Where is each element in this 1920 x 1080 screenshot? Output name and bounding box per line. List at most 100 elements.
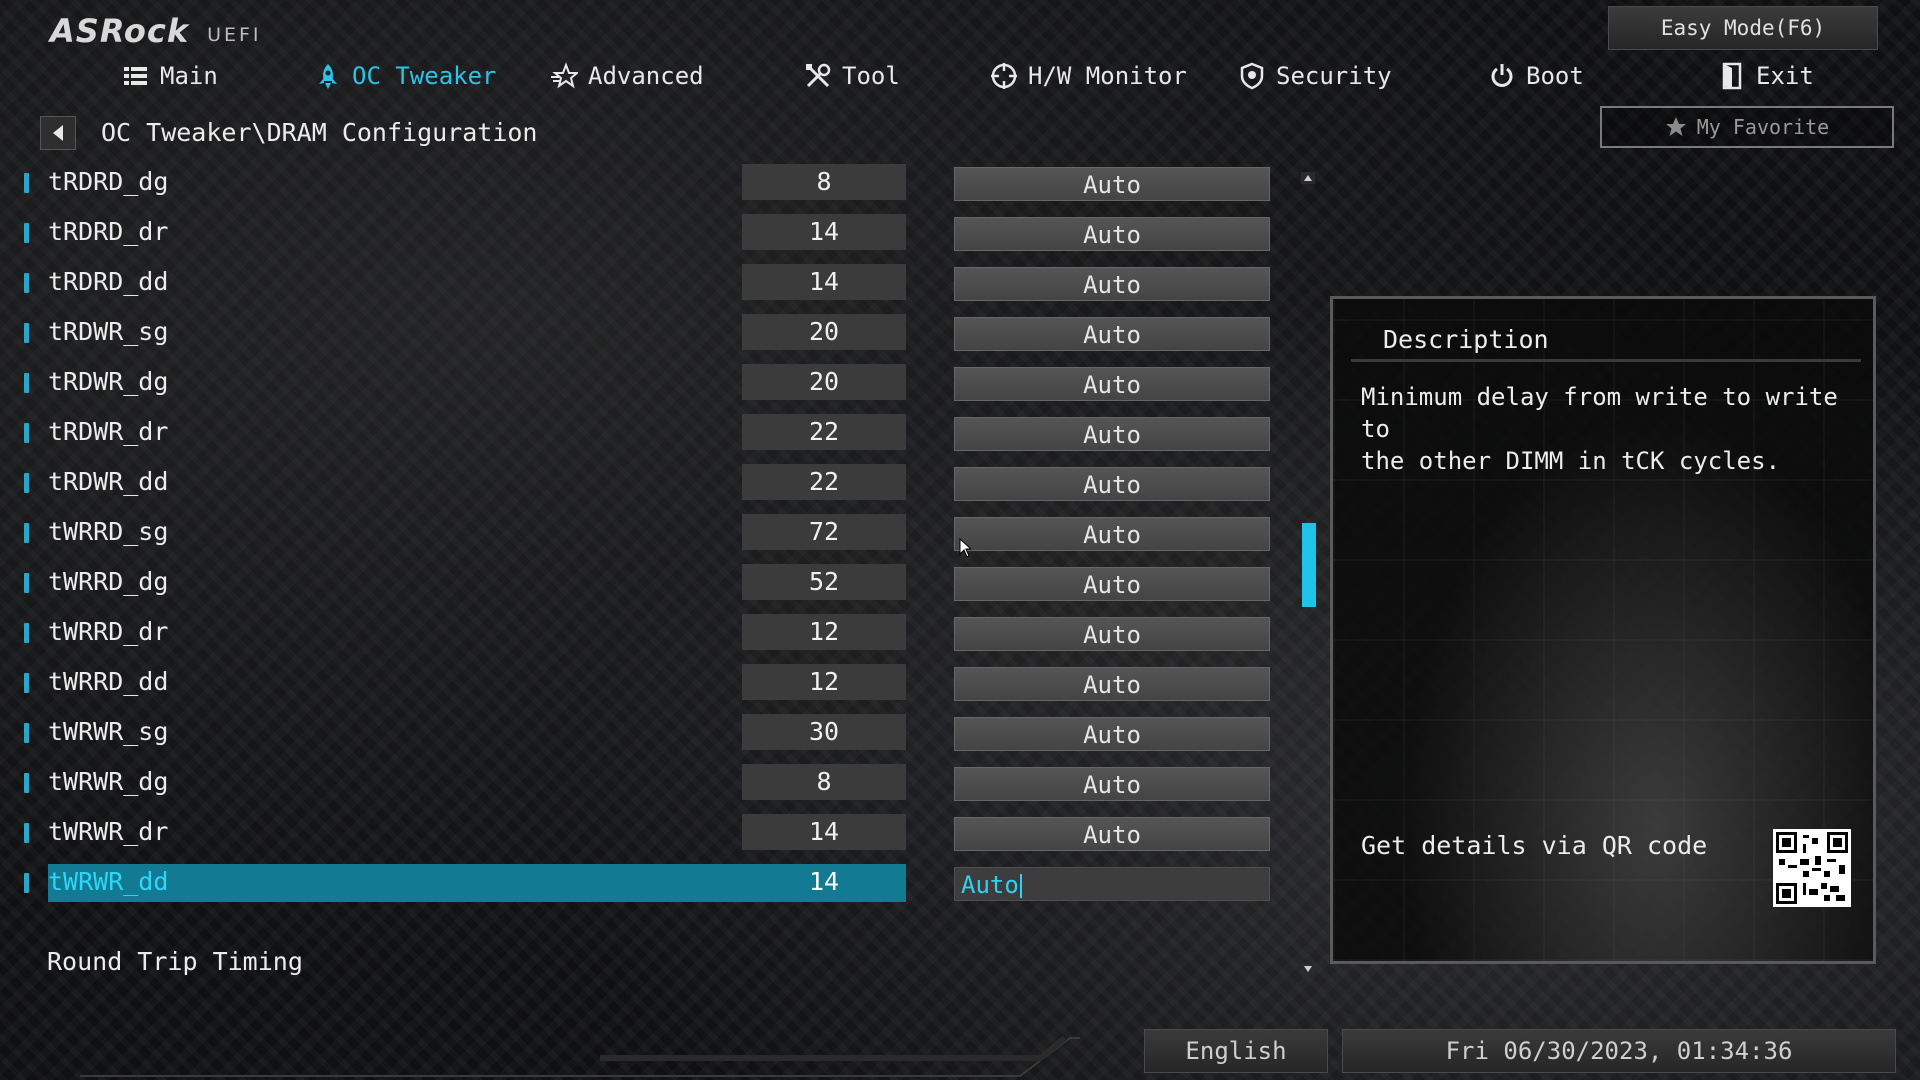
- tab-label: Main: [160, 62, 218, 90]
- row-marker: [24, 673, 29, 693]
- row-marker: [24, 473, 29, 493]
- timing-setting-field[interactable]: Auto: [954, 517, 1270, 551]
- crosshair-icon: [991, 63, 1017, 89]
- timing-setting-field[interactable]: Auto: [954, 167, 1270, 201]
- row-marker: [24, 323, 29, 343]
- tab-label: H/W Monitor: [1028, 62, 1187, 90]
- timing-setting-field[interactable]: Auto: [954, 417, 1270, 451]
- timing-name: tRDRD_dg: [48, 167, 169, 196]
- rocket-icon: [319, 64, 337, 89]
- timing-current-value: 52: [742, 564, 906, 600]
- timing-row-twrwr-dd[interactable]: tWRWR_dd 14 Auto: [0, 862, 1290, 902]
- tab-boot[interactable]: Boot: [1488, 56, 1584, 96]
- timing-row-trdwr-dr[interactable]: tRDWR_dr 22 Auto: [0, 412, 1290, 452]
- timing-current-value: 22: [742, 414, 906, 450]
- scroll-down-arrow[interactable]: [1301, 963, 1315, 975]
- timing-row-twrrd-dr[interactable]: tWRRD_dr 12 Auto: [0, 612, 1290, 652]
- timing-name: tRDWR_dg: [48, 367, 169, 396]
- text-cursor: [1019, 874, 1022, 898]
- tab-advanced[interactable]: Advanced: [550, 56, 704, 96]
- language-selector[interactable]: English: [1144, 1029, 1328, 1073]
- timing-setting-field[interactable]: Auto: [954, 467, 1270, 501]
- my-favorite-label: My Favorite: [1696, 115, 1830, 139]
- timing-current-value: 20: [742, 364, 906, 400]
- timing-row-trdrd-dg[interactable]: tRDRD_dg 8 Auto: [0, 162, 1290, 202]
- tab-main[interactable]: Main: [122, 56, 218, 96]
- timing-current-value: 14: [742, 814, 906, 850]
- timing-setting-field[interactable]: Auto: [954, 817, 1270, 851]
- tab-oc-tweaker[interactable]: OC Tweaker: [314, 56, 497, 96]
- timing-name: tWRWR_sg: [48, 717, 169, 746]
- timing-current-value: 20: [742, 314, 906, 350]
- tab-label: Boot: [1526, 62, 1584, 90]
- logo-text: ASRock: [50, 12, 190, 50]
- description-title: Description: [1383, 325, 1549, 354]
- triangle-up-icon: [1304, 175, 1312, 181]
- tools-icon: [806, 63, 831, 88]
- shield-icon: [1240, 62, 1264, 90]
- timing-name: tWRRD_dd: [48, 667, 169, 696]
- row-marker: [24, 223, 29, 243]
- tab-label: Security: [1276, 62, 1392, 90]
- tab-hw-monitor[interactable]: H/W Monitor: [990, 56, 1187, 96]
- timing-name: tRDRD_dr: [48, 217, 169, 246]
- row-marker: [24, 573, 29, 593]
- timing-setting-field[interactable]: Auto: [954, 617, 1270, 651]
- main-nav: Main OC Tweaker Advanced Tool H/W Monito…: [0, 56, 1920, 96]
- timing-row-trdrd-dr[interactable]: tRDRD_dr 14 Auto: [0, 212, 1290, 252]
- tab-security[interactable]: Security: [1238, 56, 1392, 96]
- qr-code[interactable]: [1773, 829, 1851, 907]
- timing-row-twrwr-sg[interactable]: tWRWR_sg 30 Auto: [0, 712, 1290, 752]
- back-button[interactable]: [40, 116, 76, 150]
- timing-row-trdrd-dd[interactable]: tRDRD_dd 14 Auto: [0, 262, 1290, 302]
- timing-name: tRDWR_dd: [48, 467, 169, 496]
- row-marker: [24, 873, 29, 893]
- scrollbar-thumb[interactable]: [1302, 523, 1316, 607]
- timing-current-value: 12: [742, 614, 906, 650]
- timing-setting-field[interactable]: Auto: [954, 367, 1270, 401]
- timing-row-trdwr-dd[interactable]: tRDWR_dd 22 Auto: [0, 462, 1290, 502]
- star-icon: [1665, 117, 1686, 136]
- timing-row-twrwr-dr[interactable]: tWRWR_dr 14 Auto: [0, 812, 1290, 852]
- breadcrumb: OC Tweaker\DRAM Configuration: [101, 118, 538, 147]
- description-panel: Description Minimum delay from write to …: [1330, 296, 1876, 964]
- qr-code-icon: [1776, 832, 1848, 904]
- timing-setting-field[interactable]: Auto: [954, 717, 1270, 751]
- timing-setting-field[interactable]: Auto: [954, 567, 1270, 601]
- scroll-up-arrow[interactable]: [1301, 172, 1315, 184]
- row-marker: [24, 623, 29, 643]
- tab-exit[interactable]: Exit: [1718, 56, 1814, 96]
- timing-row-twrwr-dg[interactable]: tWRWR_dg 8 Auto: [0, 762, 1290, 802]
- exit-door-icon: [1722, 62, 1742, 90]
- tab-label: Exit: [1756, 62, 1814, 90]
- section-label-round-trip[interactable]: Round Trip Timing: [47, 947, 303, 976]
- timing-current-value: 8: [742, 764, 906, 800]
- triangle-down-icon: [1304, 966, 1312, 972]
- timing-row-twrrd-dd[interactable]: tWRRD_dd 12 Auto: [0, 662, 1290, 702]
- row-marker: [24, 373, 29, 393]
- timing-setting-field[interactable]: Auto: [954, 767, 1270, 801]
- timing-setting-field[interactable]: Auto: [954, 267, 1270, 301]
- timing-setting-field[interactable]: Auto: [954, 667, 1270, 701]
- timing-name: tRDRD_dd: [48, 267, 169, 296]
- timing-setting-input[interactable]: Auto: [954, 867, 1270, 901]
- timing-row-twrrd-sg[interactable]: tWRRD_sg 72 Auto: [0, 512, 1290, 552]
- timing-setting-field[interactable]: Auto: [954, 217, 1270, 251]
- timing-name: tWRRD_dg: [48, 567, 169, 596]
- back-arrow-icon: [53, 125, 63, 141]
- timing-row-twrrd-dg[interactable]: tWRRD_dg 52 Auto: [0, 562, 1290, 602]
- easy-mode-button[interactable]: Easy Mode(F6): [1608, 6, 1878, 50]
- timing-row-trdwr-dg[interactable]: tRDWR_dg 20 Auto: [0, 362, 1290, 402]
- timing-setting-field[interactable]: Auto: [954, 317, 1270, 351]
- my-favorite-button[interactable]: My Favorite: [1600, 106, 1894, 148]
- timing-name: tWRRD_sg: [48, 517, 169, 546]
- row-marker: [24, 173, 29, 193]
- datetime-display: Fri 06/30/2023, 01:34:36: [1342, 1029, 1896, 1073]
- tab-tool[interactable]: Tool: [804, 56, 900, 96]
- timing-name: tWRWR_dr: [48, 817, 169, 846]
- star-icon: [551, 62, 578, 89]
- timing-current-value: 14: [742, 214, 906, 250]
- row-marker: [24, 773, 29, 793]
- timing-row-trdwr-sg[interactable]: tRDWR_sg 20 Auto: [0, 312, 1290, 352]
- power-icon: [1491, 64, 1513, 87]
